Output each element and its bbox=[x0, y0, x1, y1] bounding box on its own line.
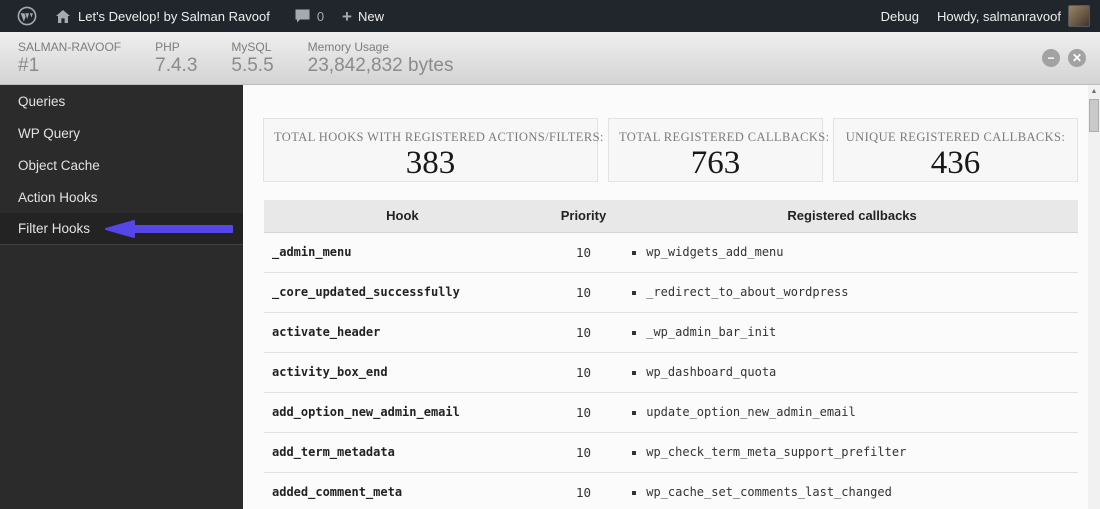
table-row: _core_updated_successfully 10 _redirect_… bbox=[264, 272, 1078, 313]
sidebar-item-label: Filter Hooks bbox=[18, 221, 91, 236]
environment-info: SALMAN-RAVOOF #1 bbox=[18, 40, 121, 77]
vertical-scrollbar[interactable]: ▲ bbox=[1088, 85, 1100, 509]
annotation-arrow-icon bbox=[104, 219, 236, 238]
hook-priority: 10 bbox=[540, 232, 627, 273]
environment-value: #1 bbox=[18, 54, 40, 76]
stat-label: TOTAL HOOKS WITH REGISTERED ACTIONS/FILT… bbox=[274, 130, 604, 144]
table-row: add_option_new_admin_email 10 update_opt… bbox=[264, 392, 1078, 433]
sidebar-item-label: Action Hooks bbox=[18, 189, 98, 205]
hook-name: add_option_new_admin_email bbox=[264, 392, 541, 433]
hook-callbacks: _redirect_to_about_wordpress bbox=[626, 272, 1078, 313]
stat-total-callbacks: TOTAL REGISTERED CALLBACKS: 763 bbox=[608, 118, 830, 182]
callback-item: _wp_admin_bar_init bbox=[646, 325, 1078, 339]
minimize-button[interactable]: − bbox=[1042, 49, 1060, 67]
table-row: add_term_metadata 10 wp_check_term_meta_… bbox=[264, 432, 1078, 473]
stat-value: 436 bbox=[930, 145, 981, 181]
sidebar-item-filter-hooks[interactable]: Filter Hooks bbox=[0, 213, 243, 245]
avatar bbox=[1068, 5, 1090, 27]
howdy-label: Howdy, salmanravoof bbox=[936, 8, 1061, 24]
hook-priority: 10 bbox=[540, 352, 627, 393]
filter-hooks-panel: TOTAL HOOKS WITH REGISTERED ACTIONS/FILT… bbox=[243, 85, 1088, 509]
scroll-up-arrow-icon[interactable]: ▲ bbox=[1088, 85, 1100, 98]
callback-item: wp_widgets_add_menu bbox=[646, 245, 1078, 259]
memory-usage-info: Memory Usage 23,842,832 bytes bbox=[308, 40, 454, 77]
mysql-label: MySQL bbox=[231, 39, 272, 54]
hook-priority: 10 bbox=[540, 312, 627, 353]
table-row: _admin_menu 10 wp_widgets_add_menu bbox=[264, 232, 1078, 273]
hook-name: activity_box_end bbox=[264, 352, 541, 393]
hook-priority: 10 bbox=[540, 392, 627, 433]
stat-total-hooks: TOTAL HOOKS WITH REGISTERED ACTIONS/FILT… bbox=[263, 118, 604, 182]
php-version: 7.4.3 bbox=[155, 54, 198, 76]
hook-priority: 10 bbox=[540, 432, 627, 473]
column-header-hook: Hook bbox=[264, 200, 541, 233]
new-content-menu[interactable]: + New bbox=[333, 0, 393, 32]
sidebar-item-object-cache[interactable]: Object Cache bbox=[0, 149, 243, 181]
wp-admin-bar: Let's Develop! by Salman Ravoof 0 + New … bbox=[0, 0, 1100, 32]
stat-value: 763 bbox=[690, 145, 741, 181]
column-header-priority: Priority bbox=[540, 200, 627, 233]
hooks-table: Hook Priority Registered callbacks _admi… bbox=[264, 200, 1078, 509]
callback-item: _redirect_to_about_wordpress bbox=[646, 285, 1078, 299]
php-label: PHP bbox=[155, 39, 180, 54]
comments-menu[interactable]: 0 bbox=[285, 0, 333, 32]
callback-item: wp_check_term_meta_support_prefilter bbox=[646, 445, 1078, 459]
hook-callbacks: _wp_admin_bar_init bbox=[626, 312, 1078, 353]
stat-unique-callbacks: UNIQUE REGISTERED CALLBACKS: 436 bbox=[833, 118, 1078, 182]
close-button[interactable]: ✕ bbox=[1068, 49, 1086, 67]
stat-value: 383 bbox=[405, 145, 456, 181]
hook-name: add_term_metadata bbox=[264, 432, 541, 473]
hook-name: activate_header bbox=[264, 312, 541, 353]
stat-label: UNIQUE REGISTERED CALLBACKS: bbox=[845, 130, 1066, 144]
hook-callbacks: wp_check_term_meta_support_prefilter bbox=[626, 432, 1078, 473]
mysql-version: 5.5.5 bbox=[231, 54, 274, 76]
hook-callbacks: wp_cache_set_comments_last_changed bbox=[626, 472, 1078, 509]
hooks-table-body: _admin_menu 10 wp_widgets_add_menu _core… bbox=[264, 232, 1078, 509]
table-row: activity_box_end 10 wp_dashboard_quota bbox=[264, 352, 1078, 393]
sidebar-item-label: Object Cache bbox=[18, 157, 100, 173]
column-header-registered-callbacks: Registered callbacks bbox=[626, 200, 1078, 233]
hook-priority: 10 bbox=[540, 272, 627, 313]
table-row: added_comment_meta 10 wp_cache_set_comme… bbox=[264, 472, 1078, 509]
memory-usage-value: 23,842,832 bytes bbox=[307, 54, 454, 76]
plus-icon: + bbox=[342, 6, 352, 26]
wordpress-logo-menu[interactable] bbox=[8, 0, 46, 32]
sidebar-item-wp-query[interactable]: WP Query bbox=[0, 117, 243, 149]
home-icon bbox=[55, 9, 71, 24]
stat-label: TOTAL REGISTERED CALLBACKS: bbox=[619, 130, 830, 144]
debug-bar-header: SALMAN-RAVOOF #1 PHP 7.4.3 MySQL 5.5.5 M… bbox=[0, 32, 1100, 85]
site-name-label: Let's Develop! by Salman Ravoof bbox=[78, 8, 270, 24]
callback-item: wp_cache_set_comments_last_changed bbox=[646, 485, 1078, 499]
my-account-menu[interactable]: Howdy, salmanravoof bbox=[928, 0, 1092, 32]
sidebar-item-action-hooks[interactable]: Action Hooks bbox=[0, 181, 243, 213]
site-name-menu[interactable]: Let's Develop! by Salman Ravoof bbox=[46, 0, 279, 32]
environment-label: SALMAN-RAVOOF bbox=[18, 39, 122, 54]
table-header-row: Hook Priority Registered callbacks bbox=[264, 200, 1078, 233]
comment-count: 0 bbox=[316, 8, 325, 24]
hook-name: _core_updated_successfully bbox=[264, 272, 541, 313]
stats-row: TOTAL HOOKS WITH REGISTERED ACTIONS/FILT… bbox=[263, 118, 1088, 182]
memory-usage-label: Memory Usage bbox=[307, 39, 390, 54]
sidebar-item-label: Queries bbox=[18, 93, 66, 109]
callback-item: update_option_new_admin_email bbox=[646, 405, 1078, 419]
sidebar-item-label: WP Query bbox=[18, 125, 81, 141]
hook-name: _admin_menu bbox=[264, 232, 541, 273]
wordpress-logo-icon bbox=[17, 6, 37, 26]
mysql-info: MySQL 5.5.5 bbox=[231, 40, 273, 77]
scrollbar-thumb[interactable] bbox=[1089, 99, 1099, 132]
sidebar-item-queries[interactable]: Queries bbox=[0, 85, 243, 117]
debug-menu[interactable]: Debug bbox=[872, 0, 928, 32]
hook-priority: 10 bbox=[540, 472, 627, 509]
debug-bar-sidebar: Queries WP Query Object Cache Action Hoo… bbox=[0, 85, 243, 509]
table-row: activate_header 10 _wp_admin_bar_init bbox=[264, 312, 1078, 353]
callback-item: wp_dashboard_quota bbox=[646, 365, 1078, 379]
php-info: PHP 7.4.3 bbox=[155, 40, 197, 77]
hook-callbacks: wp_widgets_add_menu bbox=[626, 232, 1078, 273]
debug-label: Debug bbox=[880, 8, 919, 24]
hook-callbacks: wp_dashboard_quota bbox=[626, 352, 1078, 393]
hook-name: added_comment_meta bbox=[264, 472, 541, 509]
new-label: New bbox=[357, 8, 384, 24]
hook-callbacks: update_option_new_admin_email bbox=[626, 392, 1078, 433]
comment-bubble-icon bbox=[294, 8, 311, 24]
